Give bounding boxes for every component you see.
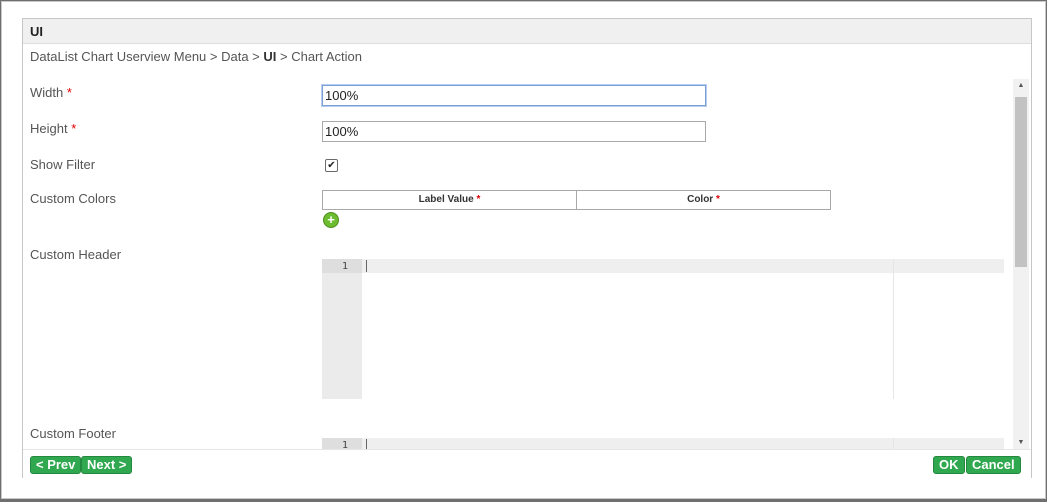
- editor-cursor: [366, 260, 367, 272]
- custom-header-label: Custom Header: [30, 247, 122, 262]
- grid-header-color-required: *: [715, 194, 720, 205]
- editor-active-line: [362, 259, 1004, 273]
- breadcrumb-path: DataList Chart Userview Menu > Data >: [30, 49, 264, 64]
- height-required-mark: *: [71, 121, 77, 136]
- grid-header-color-text: Color: [687, 194, 714, 205]
- dialog-title: UI: [30, 24, 43, 39]
- add-row-glyph: +: [327, 212, 335, 227]
- grid-header-label-value: Label Value *: [323, 191, 576, 209]
- scroll-up-arrow-icon[interactable]: ▲: [1013, 82, 1029, 89]
- custom-footer-editor[interactable]: 1: [322, 438, 1004, 449]
- show-filter-checkbox[interactable]: ✔: [325, 159, 338, 172]
- editor-print-margin: [893, 259, 894, 399]
- custom-footer-label: Custom Footer: [30, 426, 116, 441]
- width-label: Width *: [30, 85, 72, 100]
- grid-header-color: Color *: [576, 191, 830, 209]
- line-number: 1: [341, 261, 348, 272]
- custom-header-editor[interactable]: 1: [322, 259, 1004, 399]
- height-input[interactable]: [322, 121, 706, 142]
- dialog-titlebar: UI: [23, 19, 1031, 44]
- next-button[interactable]: Next >: [81, 456, 133, 474]
- editor-print-margin: [893, 438, 894, 449]
- scrollbar-thumb[interactable]: [1015, 97, 1027, 267]
- grid-header-label-value-text: Label Value: [418, 194, 474, 205]
- breadcrumb: DataList Chart Userview Menu > Data > UI…: [30, 49, 362, 64]
- height-label-text: Height: [30, 121, 68, 136]
- width-required-mark: *: [66, 85, 72, 100]
- line-number: 1: [341, 440, 348, 449]
- ok-button[interactable]: OK: [933, 456, 965, 474]
- height-label: Height *: [30, 121, 76, 136]
- window-frame: UI DataList Chart Userview Menu > Data >…: [1, 1, 1046, 499]
- show-filter-label: Show Filter: [30, 157, 96, 172]
- breadcrumb-next: > Chart Action: [276, 49, 363, 64]
- form-content: Width * Height * Show Filter ✔ Custom Co…: [23, 79, 1031, 449]
- scroll-down-arrow-icon[interactable]: ▼: [1013, 439, 1029, 446]
- editor-gutter: [322, 259, 362, 399]
- property-dialog: UI DataList Chart Userview Menu > Data >…: [22, 18, 1032, 478]
- custom-colors-label: Custom Colors: [30, 191, 116, 206]
- prev-button[interactable]: < Prev: [30, 456, 82, 474]
- editor-cursor: [366, 439, 367, 449]
- cancel-button[interactable]: Cancel: [966, 456, 1021, 474]
- custom-colors-grid: Label Value * Color *: [322, 190, 831, 210]
- checkmark-icon: ✔: [327, 160, 336, 171]
- form-scrollbar[interactable]: ▲ ▼: [1013, 79, 1029, 449]
- grid-header-label-value-required: *: [476, 194, 481, 205]
- breadcrumb-current: UI: [263, 49, 277, 64]
- dialog-footer: < Prev Next > OK Cancel: [23, 449, 1031, 478]
- plus-circle-icon[interactable]: +: [323, 212, 339, 228]
- editor-active-line: [362, 438, 1004, 449]
- width-label-text: Width: [30, 85, 64, 100]
- width-input[interactable]: [322, 85, 706, 106]
